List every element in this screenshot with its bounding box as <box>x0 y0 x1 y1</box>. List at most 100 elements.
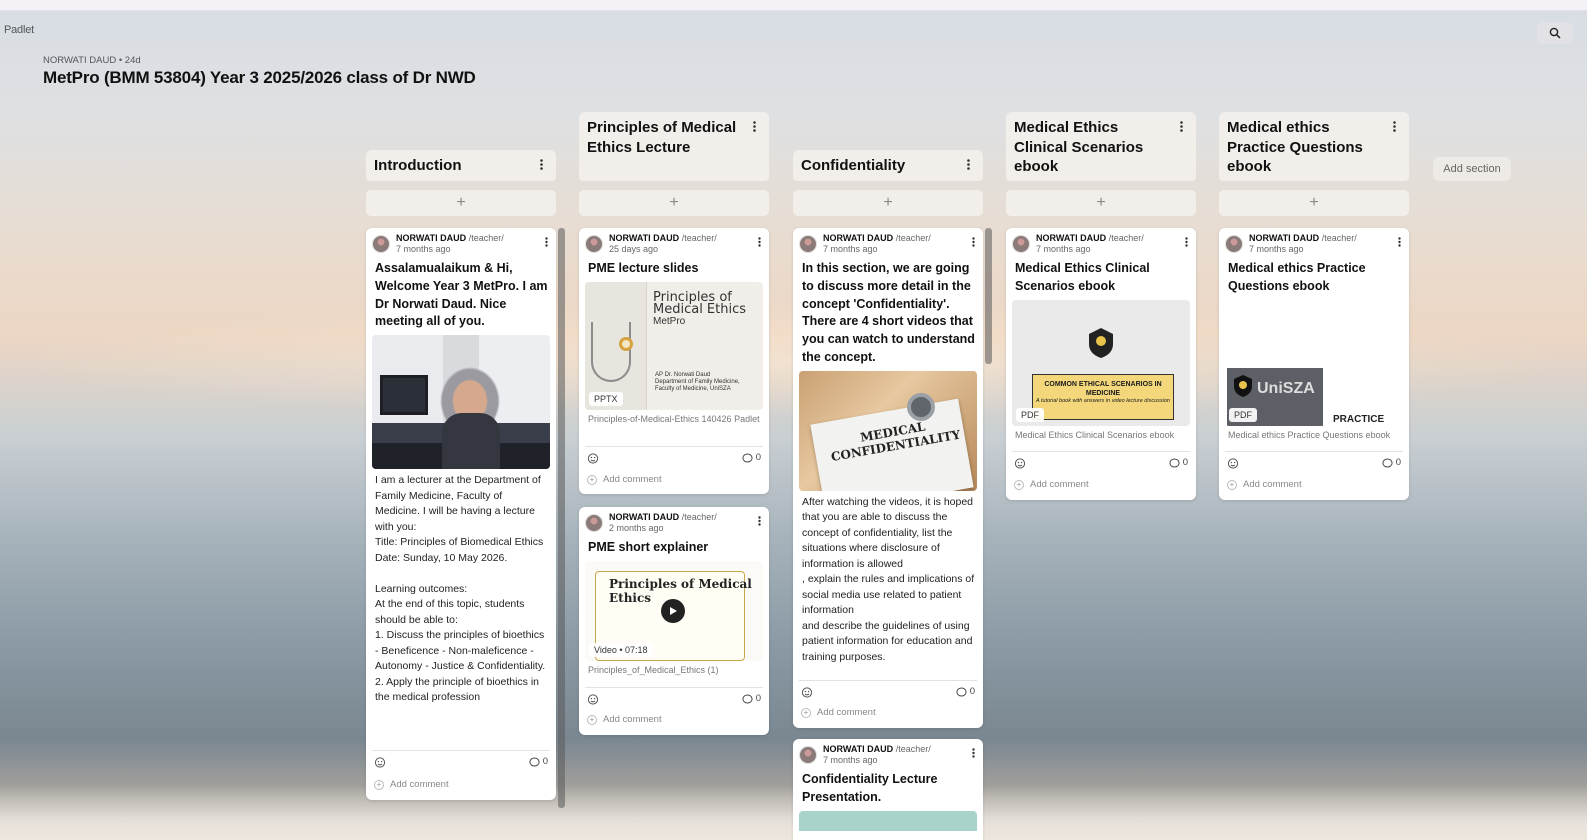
attachment-caption[interactable]: Medical ethics Practice Questions ebook <box>1219 426 1409 442</box>
add-comment-button[interactable]: + Add comment <box>1014 479 1089 490</box>
add-comment-icon: + <box>1227 479 1237 490</box>
attachment-caption[interactable]: Medical Ethics Clinical Scenarios ebook <box>1006 426 1196 442</box>
post-time: 7 months ago <box>823 755 878 765</box>
post-image[interactable]: MEDICAL CONFIDENTIALITY <box>799 370 977 491</box>
section-menu-icon[interactable] <box>1174 118 1188 134</box>
avatar[interactable] <box>585 514 603 532</box>
section-menu-icon[interactable] <box>961 156 975 172</box>
section-header[interactable]: Confidentiality <box>793 150 983 181</box>
section-header[interactable]: Introduction <box>366 150 556 181</box>
comment-count-value: 0 <box>755 693 761 704</box>
column-scrollbar[interactable] <box>985 228 992 364</box>
add-comment-button[interactable]: + Add comment <box>801 707 876 718</box>
comment-icon <box>1382 458 1393 467</box>
author-role: /teacher/ <box>895 744 931 754</box>
avatar[interactable] <box>799 746 817 764</box>
add-post-button[interactable]: + <box>1219 190 1409 216</box>
video-attachment[interactable]: Principles of Medical Ethics Video • 07:… <box>585 560 763 661</box>
post-card[interactable]: NORWATI DAUD /teacher/ 7 months ago Medi… <box>1219 228 1409 500</box>
add-section-button[interactable]: Add section <box>1433 157 1511 181</box>
comment-icon <box>956 687 967 696</box>
comment-count[interactable]: 0 <box>1382 457 1401 468</box>
react-icon[interactable] <box>374 755 386 773</box>
post-card[interactable]: NORWATI DAUD /teacher/ 7 months ago In t… <box>793 228 983 728</box>
avatar[interactable] <box>372 235 390 253</box>
post-menu-icon[interactable] <box>1180 234 1192 250</box>
comment-count[interactable]: 0 <box>742 693 761 704</box>
add-comment-label: Add comment <box>603 474 662 485</box>
section-header[interactable]: Medical ethics Practice Questions ebook <box>1219 112 1409 181</box>
react-icon[interactable] <box>587 692 599 710</box>
attachment-thumbnail[interactable] <box>799 810 977 831</box>
add-post-button[interactable]: + <box>793 190 983 216</box>
pptx-attachment[interactable]: Principles of Medical Ethics MetPro AP D… <box>585 281 763 410</box>
column-scrollbar[interactable] <box>558 228 565 808</box>
slide-credit: AP Dr. Norwati Daud Department of Family… <box>655 371 740 392</box>
post-card[interactable]: NORWATI DAUD /teacher/ 7 months ago Assa… <box>366 228 556 800</box>
post-card[interactable]: NORWATI DAUD /teacher/ 7 months ago Medi… <box>1006 228 1196 500</box>
post-menu-icon[interactable] <box>967 745 979 761</box>
add-post-button[interactable]: + <box>579 190 769 216</box>
post-menu-icon[interactable] <box>753 234 765 250</box>
post-card[interactable]: NORWATI DAUD /teacher/ 25 days ago PME l… <box>579 228 769 494</box>
avatar[interactable] <box>1012 235 1030 253</box>
university-logo-icon <box>1234 374 1252 397</box>
comment-icon <box>742 453 753 462</box>
add-post-button[interactable]: + <box>366 190 556 216</box>
attachment-caption[interactable]: Principles_of_Medical_Ethics (1) <box>579 661 769 677</box>
pdf-attachment[interactable]: UniSZA PRACTICE PDF <box>1225 299 1403 426</box>
post-card[interactable]: NORWATI DAUD /teacher/ 7 months ago Conf… <box>793 739 983 840</box>
comment-count[interactable]: 0 <box>529 756 548 767</box>
brand-logo[interactable]: Padlet <box>4 24 34 36</box>
post-menu-icon[interactable] <box>967 234 979 250</box>
avatar[interactable] <box>585 235 603 253</box>
avatar[interactable] <box>1225 235 1243 253</box>
comment-count-value: 0 <box>969 686 975 697</box>
section-menu-icon[interactable] <box>747 118 761 134</box>
author-name: NORWATI DAUD <box>823 744 894 754</box>
add-comment-label: Add comment <box>390 779 449 790</box>
post-time: 25 days ago <box>609 244 659 254</box>
post-menu-icon[interactable] <box>753 513 765 529</box>
photo-person <box>442 413 500 470</box>
video-title: Principles of Medical Ethics <box>609 576 752 605</box>
pdf-attachment[interactable]: COMMON ETHICAL SCENARIOS IN MEDICINE A t… <box>1012 299 1190 426</box>
add-post-button[interactable]: + <box>1006 190 1196 216</box>
react-icon[interactable] <box>801 685 813 703</box>
section-title: Medical Ethics Clinical Scenarios ebook <box>1014 119 1144 175</box>
add-comment-button[interactable]: + Add comment <box>374 779 449 790</box>
post-card[interactable]: NORWATI DAUD /teacher/ 2 months ago PME … <box>579 507 769 735</box>
section-header[interactable]: Principles of Medical Ethics Lecture <box>579 112 769 181</box>
play-icon[interactable] <box>661 598 685 623</box>
post-menu-icon[interactable] <box>540 234 552 250</box>
react-icon[interactable] <box>587 451 599 469</box>
add-comment-button[interactable]: + Add comment <box>587 714 662 725</box>
section-header[interactable]: Medical Ethics Clinical Scenarios ebook <box>1006 112 1196 181</box>
post-header: NORWATI DAUD /teacher/ 7 months ago <box>793 739 983 769</box>
section-menu-icon[interactable] <box>1387 118 1401 134</box>
ebook-cover-subtitle: A tutorial book with answers in video le… <box>1035 397 1170 404</box>
slide-title: Principles of Medical Ethics <box>653 289 747 317</box>
section-menu-icon[interactable] <box>534 156 548 172</box>
post-menu-icon[interactable] <box>1393 234 1405 250</box>
search-button[interactable] <box>1537 22 1573 44</box>
avatar[interactable] <box>799 235 817 253</box>
post-title: Assalamualaikum & Hi, Welcome Year 3 Met… <box>375 261 548 329</box>
post-photo[interactable] <box>372 335 550 470</box>
post-footer: 0 <box>372 750 550 770</box>
ebook-cover-title: COMMON ETHICAL SCENARIOS IN MEDICINE <box>1044 380 1162 397</box>
attachment-caption[interactable]: Principles-of-Medical-Ethics 140426 Padl… <box>579 410 769 426</box>
comment-count[interactable]: 0 <box>956 686 975 697</box>
react-icon[interactable] <box>1014 456 1026 474</box>
stethoscope-bell-icon <box>619 336 633 351</box>
add-comment-label: Add comment <box>603 714 662 725</box>
react-icon[interactable] <box>1227 456 1239 474</box>
comment-count[interactable]: 0 <box>1169 457 1188 468</box>
add-comment-button[interactable]: + Add comment <box>1227 479 1302 490</box>
comment-count[interactable]: 0 <box>742 452 761 463</box>
add-comment-button[interactable]: + Add comment <box>587 474 662 485</box>
post-footer: 0 <box>585 687 763 707</box>
author-role: /teacher/ <box>895 233 931 243</box>
post-footer: 0 <box>1012 451 1190 471</box>
post-body: I am a lecturer at the Department of Fam… <box>375 474 546 704</box>
